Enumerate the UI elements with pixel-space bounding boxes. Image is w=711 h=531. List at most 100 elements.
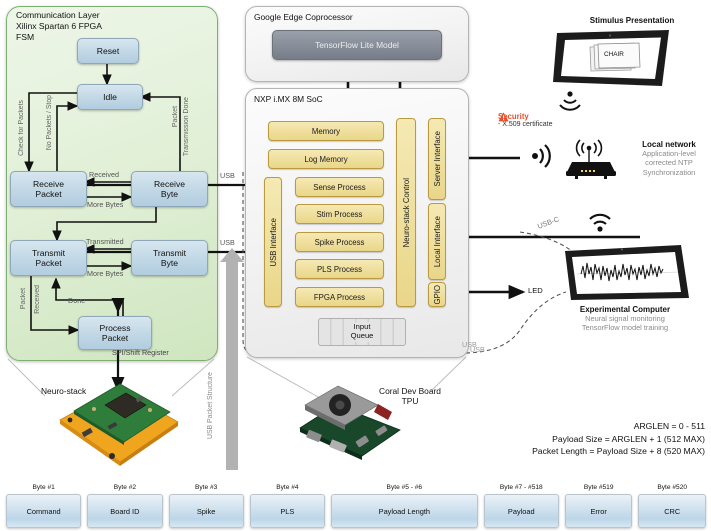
byte-table-column: Byte #520 CRC (638, 484, 706, 528)
fsm-title-line-2: Xilinx Spartan 6 FPGA (16, 21, 102, 32)
soc-block-spike-process-label: Spike Process (314, 237, 365, 247)
usb-packet-byte-table: Byte #1 Command Byte #2 Board ID Byte #3 Spik… (6, 484, 706, 528)
soc-server-interface[interactable]: Server Interface (428, 118, 446, 200)
byte-field-box[interactable]: Payload Length (331, 494, 478, 528)
local-network-line-1: Application-level (642, 149, 696, 158)
fsm-node-receive-byte[interactable]: Receive Byte (131, 171, 208, 207)
fsm-edge-label-no-packets-stop: No Packets / Stop (46, 95, 53, 151)
local-network-line-2: corrected NTP (645, 158, 693, 168)
fsm-edge-label-check-for-packets: Check for Packets (18, 100, 25, 156)
stimulus-presentation-title: Stimulus Presentation (589, 16, 675, 25)
coral-board-caption-line-2: TPU (401, 396, 419, 406)
security-detail: - X.509 certificate (498, 121, 553, 128)
fsm-node-process-packet[interactable]: Process Packet (78, 316, 152, 350)
experimental-computer-title: Experimental Computer (579, 305, 671, 314)
soc-block-memory[interactable]: Memory (268, 121, 384, 141)
byte-index-label: Byte #7 - #518 (499, 484, 543, 491)
packet-equations: ARGLEN = 0 - 511 Payload Size = ARGLEN +… (415, 420, 705, 458)
fsm-node-idle[interactable]: Idle (77, 84, 143, 110)
connection-label-usb-c: USB-C (536, 214, 561, 231)
fsm-node-transmit-packet-label-2: Packet (35, 258, 62, 268)
fsm-edge-label-transmitted: Transmitted (86, 237, 124, 246)
soc-block-log-memory-label: Log Memory (304, 154, 348, 164)
tensorflow-lite-model-label: TensorFlow Lite Model (315, 40, 399, 50)
byte-table-column: Byte #2 Board ID (87, 484, 163, 528)
byte-index-label: Byte #519 (583, 484, 614, 491)
soc-gpio[interactable]: GPIO (428, 282, 446, 307)
byte-field-box[interactable]: Board ID (87, 494, 163, 528)
soc-block-sense-process[interactable]: Sense Process (295, 177, 384, 197)
equation-line-2: Payload Size = ARGLEN + 1 (512 MAX) (552, 433, 705, 444)
byte-field-box[interactable]: Payload (483, 494, 559, 528)
fsm-node-transmit-packet[interactable]: Transmit Packet (10, 240, 87, 276)
connection-label-usb-bottom: USB (220, 238, 235, 247)
soc-block-stim-process[interactable]: Stim Process (295, 204, 384, 224)
byte-field-box[interactable]: Command (6, 494, 82, 528)
neurostack-caption: Neuro-stack (41, 386, 87, 396)
soc-local-interface[interactable]: Local Interface (428, 203, 446, 280)
soc-usb-interface-label: USB Interface (268, 217, 278, 267)
byte-index-label: Byte #1 (32, 484, 55, 491)
local-network-title: Local network (642, 140, 696, 149)
coral-board-caption-line-1: Coral Dev Board (379, 386, 441, 396)
byte-table-column: Byte #1 Command (6, 484, 82, 528)
soc-block-spike-process[interactable]: Spike Process (295, 232, 384, 252)
experimental-computer-line-1: Neural signal monitoring (585, 314, 665, 323)
fsm-node-reset-label: Reset (96, 45, 120, 56)
soc-block-log-memory[interactable]: Log Memory (268, 149, 384, 169)
fsm-node-receive-packet-label-1: Receive (32, 178, 65, 189)
soc-gpio-label: GPIO (432, 284, 442, 305)
soc-block-fpga-process[interactable]: FPGA Process (295, 287, 384, 307)
byte-index-label: Byte #3 (194, 484, 218, 491)
fsm-node-reset[interactable]: Reset (77, 38, 139, 64)
fsm-edge-label-spi-shift-register: SPI/Shift Register (112, 348, 169, 357)
byte-table-column: Byte #519 Error (564, 484, 633, 528)
tensorflow-lite-model-box[interactable]: TensorFlow Lite Model (272, 30, 442, 60)
equation-line-3: Packet Length = Payload Size + 8 (520 MA… (532, 446, 705, 457)
soc-block-pls-process-label: PLS Process (316, 264, 363, 274)
byte-table-column: Byte #3 Spike (168, 484, 244, 528)
fsm-node-receive-byte-label-2: Byte (160, 189, 179, 199)
stimulus-screen-text: CHAIR (604, 51, 624, 58)
fsm-edge-label-packet-left: Packet (20, 288, 27, 310)
soc-neurostack-control-label: Neuro-stack Control (401, 177, 411, 248)
soc-neurostack-control[interactable]: Neuro-stack Control (396, 118, 416, 307)
fsm-node-receive-packet[interactable]: Receive Packet (10, 171, 87, 207)
security-note: Security - X.509 certificate (498, 112, 594, 128)
usb-packet-structure-label: USB Packet Structure (207, 372, 214, 440)
fsm-node-idle-label: Idle (103, 91, 117, 102)
soc-block-sense-process-label: Sense Process (313, 182, 366, 192)
connection-label-usb-dashed-bottom: USB (462, 340, 477, 349)
byte-field-box[interactable]: Error (564, 494, 633, 528)
fsm-node-process-packet-label-1: Process (99, 322, 131, 333)
experimental-computer-line-2: TensorFlow model training (581, 323, 669, 333)
soc-usb-interface[interactable]: USB Interface (264, 177, 282, 307)
local-network-line-3: Synchronization (642, 167, 696, 177)
byte-index-label: Byte #5 - #6 (386, 484, 423, 491)
coprocessor-title: Google Edge Coprocessor (254, 12, 353, 22)
experimental-computer-caption: Experimental Computer Neural signal moni… (555, 305, 695, 333)
byte-field-box[interactable]: PLS (249, 494, 325, 528)
fsm-node-transmit-packet-label-1: Transmit (31, 247, 66, 258)
byte-index-label: Byte #520 (657, 484, 688, 491)
soc-server-interface-label: Server Interface (432, 131, 442, 187)
byte-table-column: Byte #7 - #518 Payload (483, 484, 559, 528)
soc-input-queue-label-2: Queue (350, 331, 374, 340)
equation-line-1: ARGLEN = 0 - 511 (633, 421, 705, 431)
fsm-edge-label-more-bytes-bottom: More Bytes (87, 269, 124, 278)
soc-block-stim-process-label: Stim Process (316, 209, 363, 219)
soc-block-fpga-process-label: FPGA Process (313, 292, 366, 302)
soc-block-pls-process[interactable]: PLS Process (295, 259, 384, 279)
fsm-edge-label-received-left: Received (34, 285, 41, 314)
soc-input-queue[interactable]: Input Queue (318, 318, 406, 346)
coral-board-caption: Coral Dev Board TPU (352, 386, 468, 406)
byte-index-label: Byte #4 (276, 484, 299, 491)
fsm-node-transmit-byte-label-1: Transmit (152, 247, 187, 258)
local-network-caption: Local network Application-level correcte… (628, 140, 710, 177)
fsm-node-transmit-byte[interactable]: Transmit Byte (131, 240, 208, 276)
byte-table-column: Byte #5 - #6 Payload Length (331, 484, 478, 528)
connection-label-usb-top: USB (220, 171, 235, 180)
byte-field-box[interactable]: CRC (638, 494, 706, 528)
fsm-edge-label-transmission-done: Transmission Done (183, 97, 190, 157)
byte-field-box[interactable]: Spike (168, 494, 244, 528)
